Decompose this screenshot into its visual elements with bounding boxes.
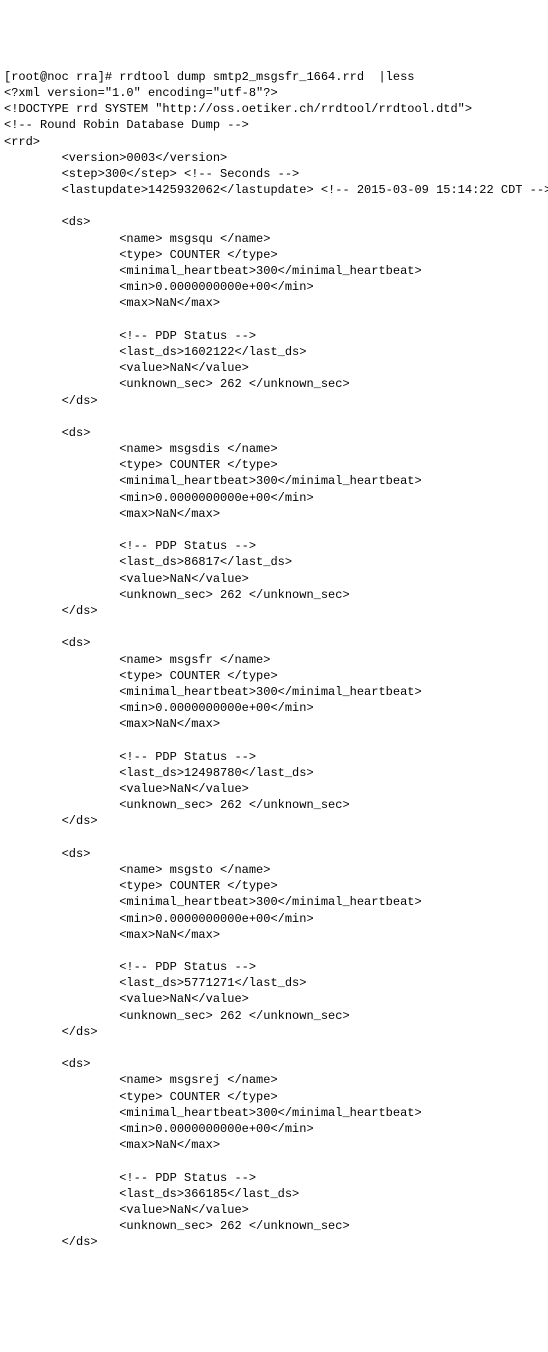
terminal-output: [root@noc rra]# rrdtool dump smtp2_msgsf… [4,69,544,1267]
